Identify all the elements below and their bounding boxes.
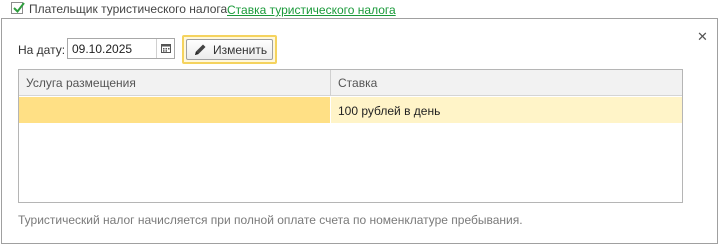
tax-rate-link[interactable]: Ставка туристического налога: [227, 3, 396, 17]
column-divider: [330, 70, 331, 96]
service-cell[interactable]: [19, 97, 330, 123]
table-row[interactable]: 100 рублей в день: [19, 97, 682, 123]
top-bar: Плательщик туристического налога Ставка …: [0, 0, 720, 18]
tax-payer-label: Плательщик туристического налога: [29, 2, 228, 16]
column-header-rate[interactable]: Ставка: [338, 76, 377, 90]
footnote-text: Туристический налог начисляется при полн…: [18, 213, 523, 227]
edit-button-focus: Изменить: [182, 35, 277, 64]
edit-button[interactable]: Изменить: [186, 39, 273, 60]
pencil-icon: [195, 44, 206, 55]
table-header: Услуга размещения Ставка: [19, 70, 682, 96]
rate-value: 100 рублей в день: [338, 104, 441, 118]
date-label: На дату:: [18, 43, 66, 57]
edit-button-label: Изменить: [213, 43, 268, 57]
rate-table: Услуга размещения Ставка 100 рублей в де…: [18, 69, 683, 203]
close-icon[interactable]: ✕: [697, 30, 708, 44]
checkmark-icon: [13, 2, 25, 14]
rate-cell[interactable]: 100 рублей в день: [331, 97, 682, 123]
calendar-button[interactable]: [156, 39, 174, 58]
date-field[interactable]: 09.10.2025: [67, 38, 175, 59]
date-value: 09.10.2025: [72, 42, 133, 56]
tax-payer-checkbox[interactable]: [11, 2, 25, 14]
calendar-icon: [161, 44, 171, 53]
column-header-service[interactable]: Услуга размещения: [26, 76, 136, 90]
